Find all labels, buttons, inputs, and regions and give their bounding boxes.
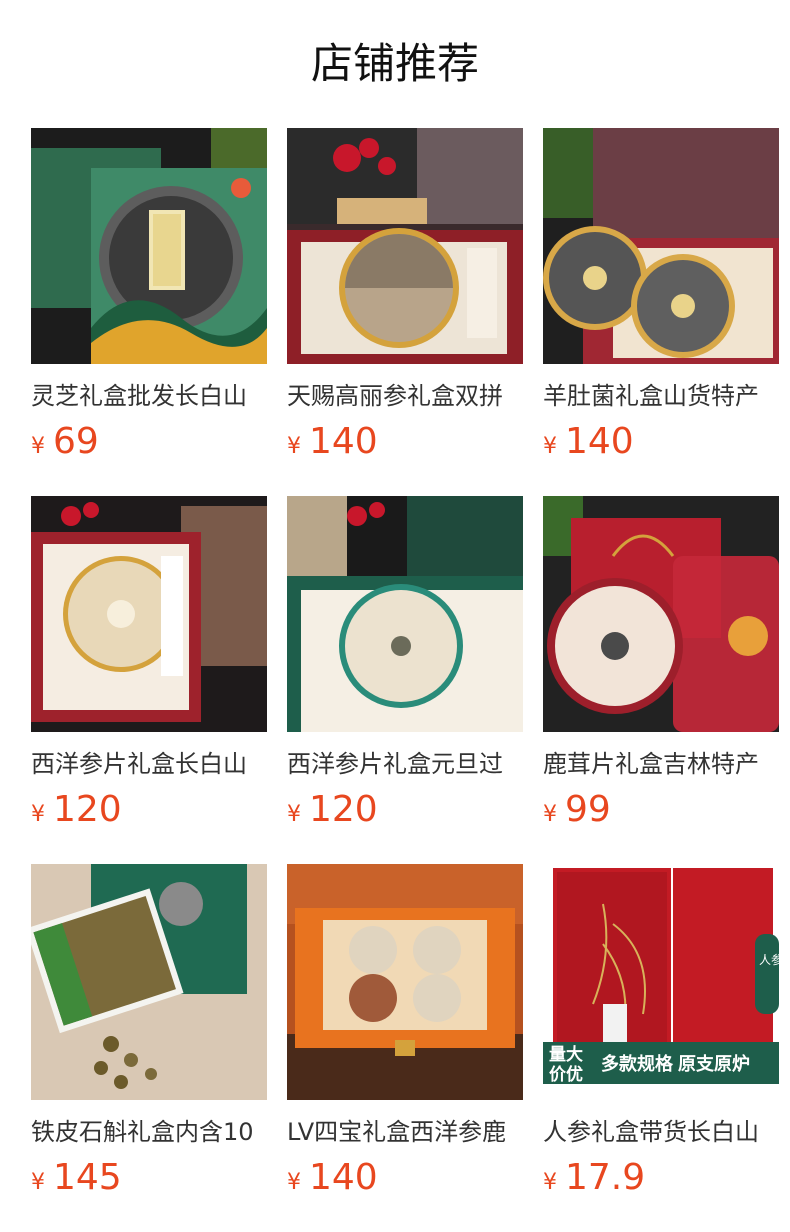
currency-symbol: ¥ [31,802,45,827]
product-price: ¥99 [543,788,779,832]
product-image[interactable] [31,128,267,364]
product-card[interactable]: 量大 价优 多款规格 原支原炉 人参 人参礼盒带货长白山 ¥17.9 [543,864,779,1200]
dendrobium-giftbox-image [31,864,267,1100]
product-price: ¥69 [31,420,267,464]
product-image[interactable] [31,496,267,732]
product-name[interactable]: 西洋参片礼盒元旦过 [287,746,523,782]
currency-symbol: ¥ [31,1170,45,1195]
morel-mushroom-giftbox-image [543,128,779,364]
product-price: ¥140 [287,1156,523,1200]
product-name[interactable]: 鹿茸片礼盒吉林特产 [543,746,779,782]
price-value: 140 [565,421,634,462]
price-value: 140 [309,421,378,462]
product-grid: 灵芝礼盒批发长白山 ¥69 天赐高丽参礼盒双拼 ¥ 140 羊肚菌礼盒山货特产 … [31,128,779,1200]
currency-symbol: ¥ [31,434,45,459]
product-card[interactable]: 灵芝礼盒批发长白山 ¥69 [31,128,267,464]
currency-symbol: ¥ [543,1170,557,1195]
section-title: 店铺推荐 [310,39,479,88]
product-price: ¥145 [31,1156,267,1200]
price-value: 140 [309,1157,378,1198]
american-ginseng-newyear-giftbox-image [287,496,523,732]
product-card[interactable]: 铁皮石斛礼盒内含10 ¥145 [31,864,267,1200]
price-value: 145 [53,1157,122,1198]
price-value: 99 [565,789,611,830]
currency-symbol: ¥ [287,1170,301,1195]
product-card[interactable]: 天赐高丽参礼盒双拼 ¥140 [287,128,523,464]
product-name[interactable]: 西洋参片礼盒长白山 [31,746,267,782]
product-name[interactable]: 天赐高丽参礼盒双拼 [287,378,523,414]
price-value: 120 [309,789,378,830]
product-card[interactable]: 西洋参片礼盒元旦过 ¥120 [287,496,523,832]
product-image[interactable] [543,496,779,732]
product-image[interactable] [287,128,523,364]
four-treasures-giftbox-image [287,864,523,1100]
product-image[interactable] [31,864,267,1100]
price-value: 120 [53,789,122,830]
product-price: ¥140 [287,420,523,464]
product-card[interactable]: 鹿茸片礼盒吉林特产 ¥99 [543,496,779,832]
product-card[interactable]: LV四宝礼盒西洋参鹿 ¥140 [287,864,523,1200]
lingzhi-giftbox-image [31,128,267,364]
product-name[interactable]: 羊肚菌礼盒山货特产 [543,378,779,414]
product-name[interactable]: 灵芝礼盒批发长白山 [31,378,267,414]
product-card[interactable]: 西洋参片礼盒长白山 ¥120 [31,496,267,832]
volume-badge-text-top: 量大 [549,1044,583,1064]
ginseng-giftbox-image: 量大 价优 多款规格 原支原炉 人参 [543,864,779,1100]
product-price: ¥140 [543,420,779,464]
spec-badge-text: 多款规格 原支原炉 [601,1053,750,1074]
price-value: 17.9 [565,1157,646,1198]
currency-symbol: ¥ [287,802,301,827]
price-value: 69 [53,421,99,462]
product-name[interactable]: 铁皮石斛礼盒内含10 [31,1114,267,1150]
product-image[interactable] [287,864,523,1100]
volume-badge-text-bottom: 价优 [549,1064,583,1084]
korean-ginseng-giftbox-image [287,128,523,364]
currency-symbol: ¥ [543,434,557,459]
product-price: ¥17.9 [543,1156,779,1200]
product-name[interactable]: LV四宝礼盒西洋参鹿 [287,1114,523,1150]
deer-antler-giftbox-image [543,496,779,732]
currency-symbol: ¥ [287,434,301,459]
product-card[interactable]: 羊肚菌礼盒山货特产 ¥140 [543,128,779,464]
product-image[interactable] [287,496,523,732]
product-price: ¥120 [287,788,523,832]
side-badge-text: 人参 [759,952,779,967]
american-ginseng-slices-giftbox-image [31,496,267,732]
currency-symbol: ¥ [543,802,557,827]
product-image[interactable]: 量大 价优 多款规格 原支原炉 人参 [543,864,779,1100]
product-name[interactable]: 人参礼盒带货长白山 [543,1114,779,1150]
product-price: ¥120 [31,788,267,832]
product-image[interactable] [543,128,779,364]
